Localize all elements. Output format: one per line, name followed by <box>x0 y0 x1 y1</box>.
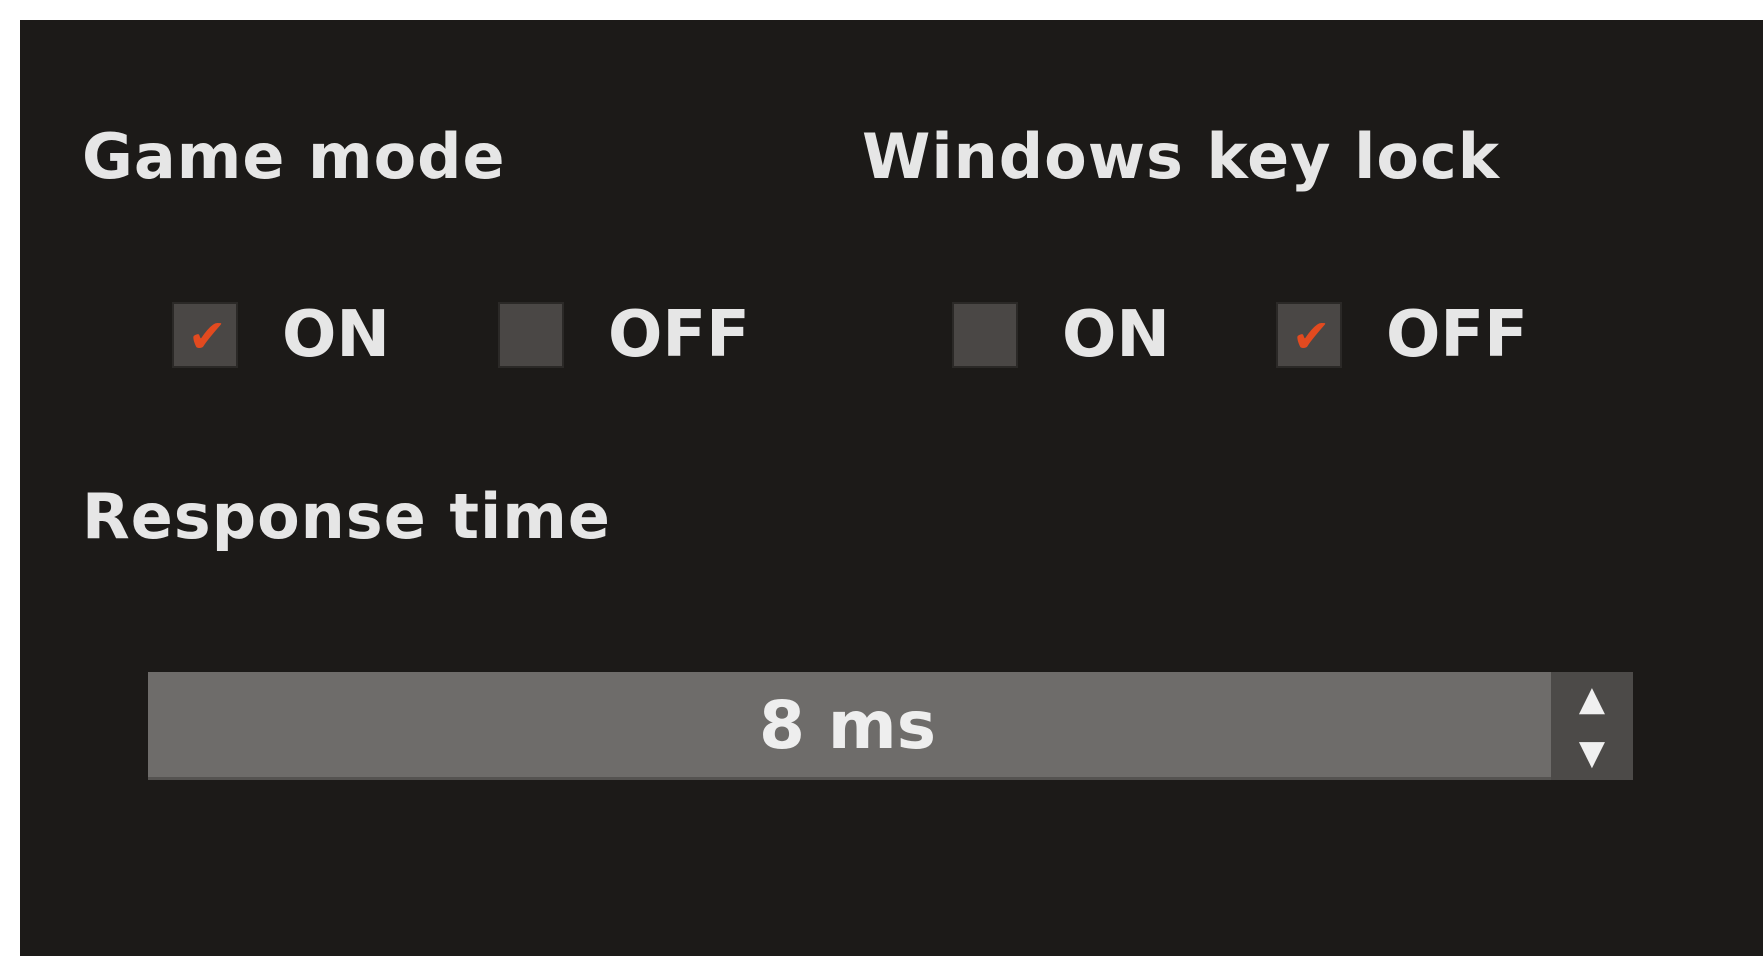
spin-buttons: ▲ ▼ <box>1551 672 1633 780</box>
windows-key-lock-off-checkbox[interactable]: ✔ <box>1276 302 1342 368</box>
windows-key-lock-off-option[interactable]: ✔ OFF <box>1276 298 1528 372</box>
game-mode-on-option[interactable]: ✔ ON <box>172 298 390 372</box>
checkmark-icon: ✔ <box>188 309 227 363</box>
game-mode-off-checkbox[interactable] <box>498 302 564 368</box>
game-mode-off-option[interactable]: OFF <box>498 298 750 372</box>
settings-panel: Game mode ✔ ON OFF Windows key lock ON ✔… <box>20 20 1763 956</box>
checkmark-icon: ✔ <box>1292 309 1331 363</box>
triangle-up-icon[interactable]: ▲ <box>1551 672 1633 726</box>
response-time-value[interactable]: 8 ms <box>148 672 1547 780</box>
windows-key-lock-on-option[interactable]: ON <box>952 298 1170 372</box>
triangle-down-icon[interactable]: ▼ <box>1551 726 1633 780</box>
windows-key-lock-title: Windows key lock <box>862 120 1500 193</box>
game-mode-title: Game mode <box>82 120 506 193</box>
windows-key-lock-off-label[interactable]: OFF <box>1386 298 1528 372</box>
windows-key-lock-on-label[interactable]: ON <box>1062 298 1170 372</box>
response-time-title: Response time <box>82 480 611 553</box>
game-mode-off-label[interactable]: OFF <box>608 298 750 372</box>
game-mode-on-label[interactable]: ON <box>282 298 390 372</box>
game-mode-on-checkbox[interactable]: ✔ <box>172 302 238 368</box>
response-time-spinbox[interactable]: 8 ms ▲ ▼ <box>148 672 1633 780</box>
windows-key-lock-on-checkbox[interactable] <box>952 302 1018 368</box>
